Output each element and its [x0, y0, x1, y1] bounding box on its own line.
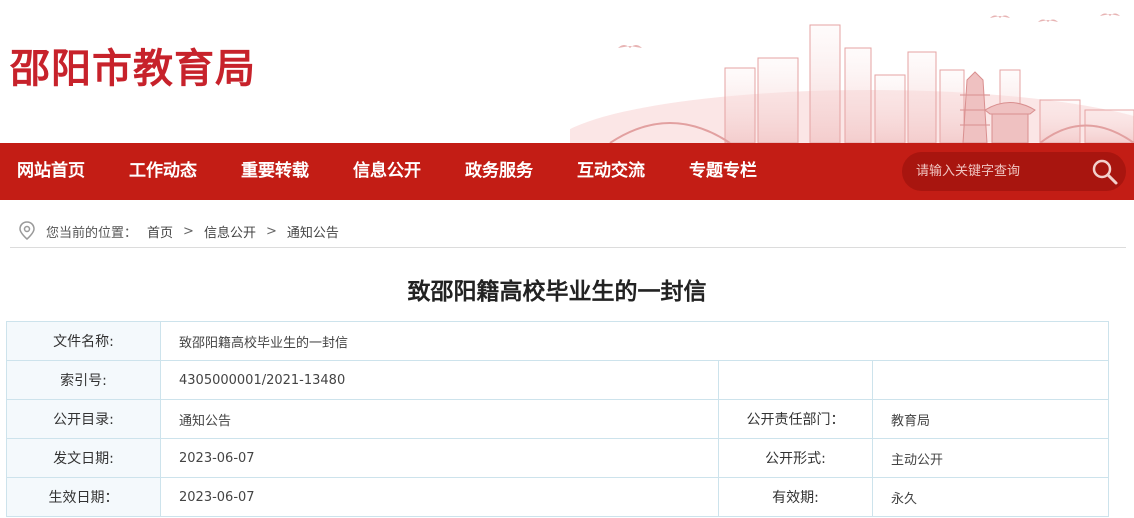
table-row: 生效日期： 2023-06-07 有效期: 永久 [6, 477, 1109, 517]
nav-item-work-news[interactable]: 工作动态 [129, 143, 197, 200]
issue-date-label: 发文日期: [6, 438, 161, 478]
dept-value: 教育局 [872, 399, 1109, 439]
nav-item-special-topics[interactable]: 专题专栏 [689, 143, 757, 200]
index-label: 索引号: [6, 360, 161, 400]
catalog-label: 公开目录: [6, 399, 161, 439]
validity-value: 永久 [872, 477, 1109, 517]
breadcrumb-prefix: 您当前的位置： [46, 225, 138, 241]
file-name-label: 文件名称: [6, 321, 161, 361]
document-info-table: 文件名称: 致邵阳籍高校毕业生的一封信 索引号: 4305000001/2021… [6, 321, 1109, 517]
article-title: 致邵阳籍高校毕业生的一封信 [407, 279, 707, 305]
issue-date-value: 2023-06-07 [160, 438, 719, 478]
site-title[interactable]: 邵阳市教育局 [10, 36, 256, 94]
breadcrumb-separator: > [183, 223, 194, 239]
empty-cell [872, 360, 1109, 400]
search-icon[interactable] [1090, 157, 1120, 187]
form-value: 主动公开 [872, 438, 1109, 478]
nav-item-interaction[interactable]: 互动交流 [577, 143, 645, 200]
breadcrumb-notices[interactable]: 通知公告 [287, 222, 339, 241]
nav-item-info-disclosure[interactable]: 信息公开 [353, 143, 421, 200]
table-row: 公开目录: 通知公告 公开责任部门： 教育局 [6, 399, 1109, 439]
table-row: 文件名称: 致邵阳籍高校毕业生的一封信 [6, 321, 1109, 361]
effective-date-value: 2023-06-07 [160, 477, 719, 517]
catalog-value: 通知公告 [160, 399, 719, 439]
file-name-value: 致邵阳籍高校毕业生的一封信 [160, 321, 1109, 361]
dept-label: 公开责任部门： [718, 399, 873, 439]
breadcrumb-divider [10, 247, 1126, 248]
index-value: 4305000001/2021-13480 [160, 360, 719, 400]
nav-item-reprints[interactable]: 重要转载 [241, 143, 309, 200]
search-input[interactable] [916, 152, 1086, 191]
location-pin-icon [19, 221, 35, 240]
breadcrumb-separator: > [265, 223, 277, 239]
breadcrumb-home[interactable]: 首页 [147, 222, 173, 241]
city-skyline-banner [570, 0, 1134, 143]
effective-date-label: 生效日期： [6, 477, 161, 517]
empty-cell [718, 360, 873, 400]
validity-label: 有效期: [718, 477, 873, 517]
table-row: 索引号: 4305000001/2021-13480 [6, 360, 1109, 400]
breadcrumb-info-disclosure[interactable]: 信息公开 [204, 222, 256, 241]
breadcrumb: 您当前的位置： 首页 > 信息公开 > 通知公告 [18, 220, 339, 242]
site-header: 邵阳市教育局 [0, 0, 1134, 143]
form-label: 公开形式: [718, 438, 873, 478]
table-row: 发文日期: 2023-06-07 公开形式: 主动公开 [6, 438, 1109, 478]
nav-item-gov-services[interactable]: 政务服务 [465, 143, 533, 200]
nav-item-home[interactable]: 网站首页 [17, 143, 85, 200]
